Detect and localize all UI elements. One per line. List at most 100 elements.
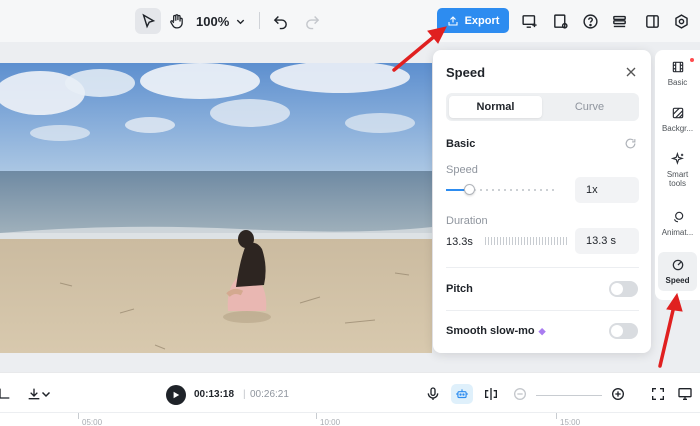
download-menu-button[interactable] (40, 386, 52, 402)
film-icon (672, 61, 683, 73)
ai-assist-button[interactable] (451, 384, 473, 404)
gear-icon (674, 13, 688, 29)
present-button[interactable] (516, 8, 542, 34)
redo-icon (305, 15, 319, 29)
zoom-in-button[interactable] (610, 386, 626, 402)
timeline-zoom-slider[interactable] (536, 395, 602, 396)
monitor-add-icon (521, 14, 537, 28)
total-time: 00:26:21 (250, 389, 289, 400)
speed-label: Speed (446, 164, 478, 176)
fullscreen-icon (652, 388, 664, 400)
panel-toggle-button[interactable] (639, 8, 665, 34)
tab-curve[interactable]: Curve (543, 96, 636, 118)
ruler-tick (556, 413, 557, 419)
property-rail: Basic Backgr... Smart tools Animat... Sp… (655, 50, 700, 300)
duration-value-input[interactable]: 13.3 s (575, 228, 639, 254)
rail-label: Backgr... (661, 124, 694, 133)
toolbar-divider (259, 12, 260, 29)
premium-gem-icon: ◆ (538, 325, 546, 336)
background-icon (672, 107, 683, 119)
split-clip-button[interactable] (483, 386, 499, 402)
split-tool-button[interactable] (0, 386, 12, 402)
tab-normal[interactable]: Normal (449, 96, 542, 118)
panel-title: Speed (446, 65, 486, 80)
ruler-label: 15:00 (560, 418, 581, 426)
rail-item-basic[interactable]: Basic (658, 58, 697, 87)
help-icon (582, 13, 598, 29)
undo-button[interactable] (267, 8, 293, 34)
ruler-label: 10:00 (320, 418, 341, 426)
duration-original: 13.3s (446, 236, 473, 248)
rail-item-animation[interactable]: Animat... (658, 210, 697, 237)
smooth-slowmo-label: Smooth slow-mo (446, 325, 535, 337)
redo-button[interactable] (299, 8, 325, 34)
play-button[interactable] (166, 385, 186, 405)
speed-slider-thumb[interactable] (464, 184, 475, 195)
help-button[interactable] (577, 8, 603, 34)
notification-dot (690, 58, 694, 62)
zoom-out-icon (514, 388, 526, 400)
chevron-down-icon (41, 391, 51, 398)
ruler-label: 05:00 (82, 418, 103, 426)
duration-slider[interactable] (485, 237, 568, 245)
rail-label: Speed (665, 276, 690, 285)
reset-button[interactable] (624, 137, 637, 150)
ruler-tick (316, 413, 317, 419)
crop-icon (0, 388, 10, 399)
zoom-dropdown[interactable]: 100% (196, 8, 246, 34)
rail-item-speed[interactable]: Speed (658, 252, 697, 291)
video-preview[interactable] (0, 63, 432, 353)
screen-gear-icon (553, 13, 568, 29)
play-icon (173, 391, 180, 399)
split-panel-icon (645, 14, 659, 28)
cursor-icon (141, 13, 155, 28)
rail-label: Basic (667, 78, 688, 87)
duration-label: Duration (446, 215, 488, 227)
fit-timeline-button[interactable] (650, 386, 666, 402)
speed-panel: Speed Normal Curve Basic Speed 1x Durati… (433, 50, 651, 353)
upload-icon (448, 15, 458, 26)
rail-label: Animat... (661, 228, 694, 237)
timeline-ruler[interactable]: 05:00 10:00 15:00 (0, 412, 700, 426)
basic-section-label: Basic (446, 138, 476, 150)
sparkle-icon (670, 152, 684, 165)
hand-tool-button[interactable] (163, 8, 189, 34)
microphone-icon (427, 387, 439, 400)
smooth-slowmo-row: Smooth slow-mo ◆ (446, 325, 546, 337)
close-icon (626, 67, 636, 77)
ruler-tick (78, 413, 79, 419)
current-time: 00:13:18 (194, 389, 235, 400)
close-button[interactable] (623, 64, 639, 80)
speed-slider-ticks (478, 189, 558, 191)
divider (446, 310, 639, 311)
voiceover-button[interactable] (425, 386, 441, 402)
animation-icon (673, 211, 683, 223)
playback-bar: 00:13:18 | 00:26:21 (0, 372, 700, 412)
rail-item-smart-tools[interactable]: Smart tools (658, 152, 697, 188)
select-tool-button[interactable] (135, 8, 161, 34)
split-icon (485, 388, 497, 400)
zoom-out-button[interactable] (512, 386, 528, 402)
subtitle-settings-button[interactable] (547, 8, 573, 34)
beach-scene-image (0, 63, 432, 353)
pitch-toggle[interactable] (609, 281, 638, 297)
speed-value-input[interactable]: 1x (575, 177, 639, 203)
settings-button[interactable] (668, 8, 694, 34)
pitch-label: Pitch (446, 283, 473, 295)
divider (446, 267, 639, 268)
export-button[interactable]: Export (437, 8, 509, 33)
speed-mode-tabs: Normal Curve (446, 93, 639, 121)
export-label: Export (464, 14, 500, 27)
time-separator: | (243, 389, 246, 400)
zoom-level: 100% (196, 13, 230, 29)
speed-icon (672, 259, 683, 271)
hand-icon (169, 13, 183, 29)
rail-item-background[interactable]: Backgr... (658, 106, 697, 133)
smooth-slowmo-toggle[interactable] (609, 323, 638, 339)
zoom-in-icon (612, 388, 624, 400)
layers-button[interactable] (606, 8, 632, 34)
monitor-icon (678, 388, 692, 400)
chevron-down-icon (237, 19, 245, 24)
preview-screen-button[interactable] (677, 386, 693, 402)
undo-icon (273, 15, 287, 29)
